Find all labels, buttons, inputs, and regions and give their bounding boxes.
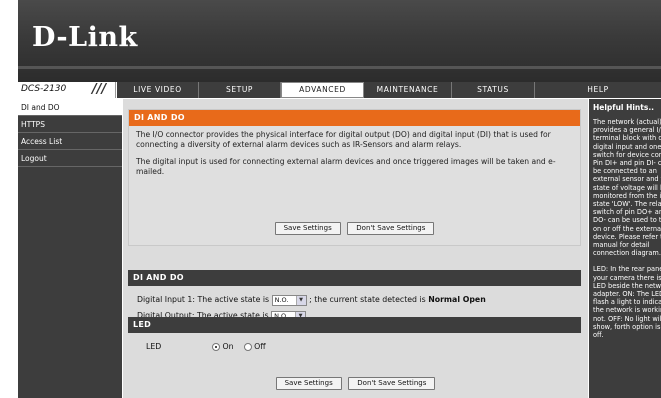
sidebar-item-https[interactable]: HTTPS bbox=[18, 116, 122, 133]
sidebar-item-logout[interactable]: Logout bbox=[18, 150, 122, 167]
led-section: LED LED On Off bbox=[128, 317, 581, 361]
hints-led-text-line: your camera there is a bbox=[593, 273, 661, 282]
intro-paragraph-2: The digital input is used for connecting… bbox=[136, 157, 556, 176]
sidebar: DI and DO HTTPS Access List Logout bbox=[18, 99, 122, 398]
hints-text-line: The network (actual) pr bbox=[593, 118, 661, 126]
led-row: LED On Off bbox=[128, 339, 581, 355]
led-off-label: Off bbox=[254, 342, 266, 351]
hints-text-line: switch of pin DO+ and bbox=[593, 208, 661, 217]
hints-text-line: switch for device cont bbox=[593, 150, 661, 159]
hints-text-line: state of voltage will be bbox=[593, 183, 661, 192]
hints-led-text-line: LED: In the rear panel bbox=[593, 265, 661, 274]
model-label: DCS-2130 bbox=[21, 84, 67, 94]
hints-led-body: LED: In the rear panel your camera there … bbox=[589, 265, 661, 339]
hints-led-text-line: not. OFF: No light will bbox=[593, 314, 661, 323]
digital-input-select[interactable]: N.O. ▼ bbox=[271, 294, 307, 306]
hints-led-text-line: off. bbox=[593, 331, 604, 340]
di-do-title: DI AND DO bbox=[128, 270, 581, 286]
slashes-decoration: /// bbox=[92, 82, 107, 97]
header-banner: D-Link bbox=[18, 0, 661, 82]
tab-maintenance[interactable]: MAINTENANCE bbox=[364, 82, 452, 98]
hints-led-text-line: the network is working bbox=[593, 306, 661, 315]
model-box: DCS-2130 /// bbox=[18, 82, 116, 98]
led-title: LED bbox=[128, 317, 581, 333]
hints-text-line: be connected to an bbox=[593, 167, 657, 176]
sidebar-item-di-and-do[interactable]: DI and DO bbox=[18, 99, 122, 116]
intro-paragraph-1: The I/O connector provides the physical … bbox=[136, 130, 551, 149]
led-label: LED bbox=[146, 342, 162, 351]
dlink-logo: D-Link bbox=[32, 22, 138, 53]
hints-text-line: terminal block with one bbox=[593, 134, 661, 143]
tab-setup[interactable]: SETUP bbox=[199, 82, 281, 98]
hints-text-line: connection diagram. bbox=[593, 249, 661, 258]
hints-text-line: DO- can be used to tu bbox=[593, 216, 661, 225]
top-nav: LIVE VIDEO SETUP ADVANCED MAINTENANCE ST… bbox=[117, 82, 661, 98]
bottom-buttons: Save Settings Don't Save Settings bbox=[123, 377, 588, 390]
hints-text-line: monitored from the in bbox=[593, 191, 661, 200]
led-on-label: On bbox=[222, 342, 234, 351]
hints-text-line: device. Please refer t bbox=[593, 232, 661, 241]
save-settings-button[interactable]: Save Settings bbox=[274, 222, 341, 235]
intro-buttons: Save Settings Don't Save Settings bbox=[129, 222, 580, 235]
digital-input-label: Digital Input 1: The active state is bbox=[137, 295, 270, 304]
current-state-label: ; the current state detected is bbox=[309, 295, 426, 304]
hints-text-line: on or off the external bbox=[593, 224, 661, 233]
hints-text-line: provides a general I/O bbox=[593, 126, 661, 135]
tab-help[interactable]: HELP bbox=[535, 82, 661, 98]
tab-advanced[interactable]: ADVANCED bbox=[281, 82, 364, 98]
hints-text-line: external sensor and th bbox=[593, 175, 661, 184]
hints-led-text-line: flash a light to indicat bbox=[593, 298, 661, 307]
intro-title: DI AND DO bbox=[129, 110, 580, 126]
intro-section: DI AND DO The I/O connector provides the… bbox=[128, 109, 581, 246]
hints-led-text-line: show, forth option is t bbox=[593, 322, 661, 331]
sidebar-item-access-list[interactable]: Access List bbox=[18, 133, 122, 150]
hints-text-line: digital input and one r bbox=[593, 142, 661, 151]
hints-text-line: state 'LOW'. The relay bbox=[593, 200, 661, 209]
chevron-down-icon: ▼ bbox=[295, 295, 306, 305]
hints-body: The network (actual) prprovides a genera… bbox=[589, 118, 661, 257]
current-state-value: Normal Open bbox=[428, 295, 486, 304]
helpful-hints-panel: Helpful Hints.. The network (actual) prp… bbox=[589, 99, 661, 398]
digital-input-value: N.O. bbox=[274, 295, 289, 304]
led-off-option[interactable]: Off bbox=[244, 342, 266, 351]
intro-description: The I/O connector provides the physical … bbox=[129, 126, 580, 177]
led-on-option[interactable]: On bbox=[212, 342, 234, 351]
main-content: DI AND DO The I/O connector provides the… bbox=[123, 99, 588, 398]
hints-text-line: manual for detail bbox=[593, 241, 650, 250]
header-divider bbox=[18, 66, 661, 69]
led-on-radio[interactable] bbox=[212, 343, 221, 351]
led-off-radio[interactable] bbox=[244, 343, 253, 351]
dont-save-settings-button[interactable]: Don't Save Settings bbox=[347, 222, 435, 235]
tab-status[interactable]: STATUS bbox=[452, 82, 535, 98]
digital-input-row: Digital Input 1: The active state is N.O… bbox=[128, 292, 581, 308]
tab-live-video[interactable]: LIVE VIDEO bbox=[117, 82, 199, 98]
hints-text-line: Pin DI+ and pin DI- ca bbox=[593, 159, 661, 168]
save-settings-button-bottom[interactable]: Save Settings bbox=[275, 377, 342, 390]
hints-led-text-line: adapter. ON: The LED bbox=[593, 290, 661, 299]
hints-title: Helpful Hints.. bbox=[593, 103, 655, 112]
dont-save-settings-button-bottom[interactable]: Don't Save Settings bbox=[348, 377, 436, 390]
hints-led-text-line: LED beside the netwo bbox=[593, 281, 661, 290]
